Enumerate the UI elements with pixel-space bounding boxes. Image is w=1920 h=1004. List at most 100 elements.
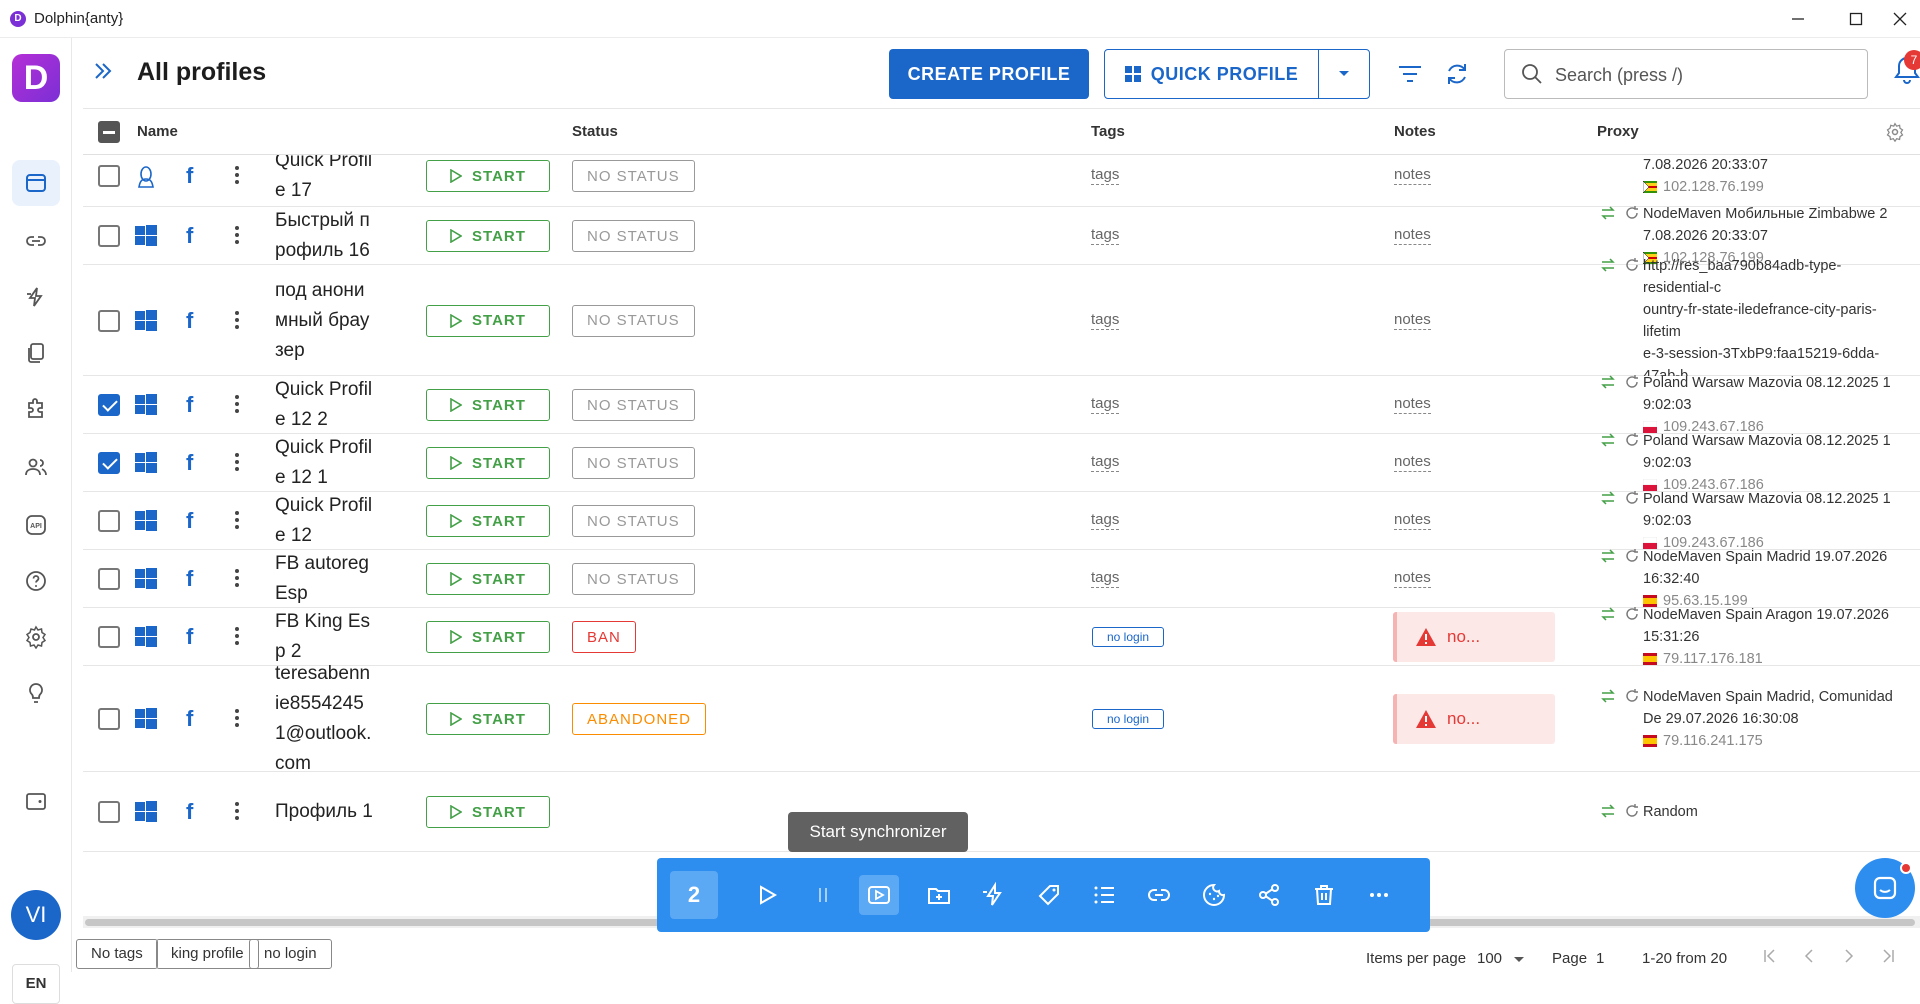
- search-input[interactable]: [1553, 62, 1853, 88]
- tag-chip[interactable]: no login: [1092, 709, 1165, 729]
- more-actions-button[interactable]: [1359, 875, 1399, 915]
- swap-icon[interactable]: [1600, 803, 1616, 819]
- sidebar-item-help[interactable]: [12, 558, 60, 604]
- profile-name[interactable]: FB King Es p 2: [275, 607, 387, 667]
- column-proxy[interactable]: Proxy: [1597, 123, 1639, 140]
- status-badge[interactable]: NO STATUS: [572, 389, 695, 421]
- row-checkbox[interactable]: [98, 452, 120, 474]
- quick-profile-dropdown[interactable]: [1318, 49, 1370, 99]
- row-checkbox[interactable]: [98, 225, 120, 247]
- start-button[interactable]: START: [426, 796, 550, 828]
- move-to-folder-button[interactable]: [919, 875, 959, 915]
- start-button[interactable]: START: [426, 304, 550, 337]
- table-row[interactable]: f FB King Es p 2 START BAN no login no... Node…: [83, 606, 1920, 667]
- tags-link[interactable]: tags: [1091, 226, 1120, 245]
- row-menu-icon[interactable]: [227, 569, 247, 587]
- swap-icon[interactable]: [1600, 205, 1616, 221]
- profile-name[interactable]: teresabenn ie8554245 1@outlook. com: [275, 659, 387, 779]
- notes-link[interactable]: notes: [1394, 166, 1431, 185]
- first-page-icon[interactable]: [1762, 948, 1780, 964]
- sidebar-item-settings[interactable]: [12, 614, 60, 660]
- filter-button[interactable]: [1394, 58, 1426, 90]
- last-page-icon[interactable]: [1878, 948, 1896, 964]
- maximize-button[interactable]: [1836, 6, 1876, 32]
- swap-icon[interactable]: [1600, 548, 1616, 564]
- row-checkbox[interactable]: [98, 801, 120, 823]
- row-menu-icon[interactable]: [227, 709, 247, 727]
- delete-button[interactable]: [1304, 875, 1344, 915]
- row-checkbox[interactable]: [98, 626, 120, 648]
- bulk-start-button[interactable]: [747, 875, 787, 915]
- proxy-info[interactable]: 7.08.2026 20:33:07 102.128.76.199: [1643, 154, 1905, 198]
- status-badge[interactable]: NO STATUS: [572, 304, 695, 337]
- status-badge[interactable]: NO STATUS: [572, 160, 695, 192]
- dolphin-logo[interactable]: D: [12, 54, 60, 102]
- profile-name[interactable]: FB autoreg Esp: [275, 549, 387, 609]
- profile-name[interactable]: Quick Profil e 12 1: [275, 433, 387, 493]
- refresh-icon[interactable]: [1624, 606, 1640, 622]
- status-badge[interactable]: NO STATUS: [572, 563, 695, 595]
- refresh-icon[interactable]: [1624, 205, 1640, 221]
- tags-link[interactable]: tags: [1091, 511, 1120, 530]
- table-row[interactable]: f teresabenn ie8554245 1@outlook. com STAR…: [83, 663, 1920, 774]
- proxy-info[interactable]: NodeMaven Spain Aragon 19.07.2026 15:31:…: [1643, 604, 1905, 670]
- expand-sidebar-icon[interactable]: [92, 60, 114, 87]
- row-menu-icon[interactable]: [227, 453, 247, 471]
- swap-icon[interactable]: [1600, 688, 1616, 704]
- tag-chip[interactable]: no login: [1092, 627, 1165, 647]
- refresh-icon[interactable]: [1624, 432, 1640, 448]
- swap-icon[interactable]: [1600, 606, 1616, 622]
- proxy-info[interactable]: NodeMaven Spain Madrid, Comunidad De 29.…: [1643, 686, 1905, 752]
- row-menu-icon[interactable]: [227, 310, 247, 329]
- sidebar-item-bookmarks[interactable]: [12, 330, 60, 376]
- row-menu-icon[interactable]: [227, 166, 247, 184]
- next-page-icon[interactable]: [1842, 948, 1856, 964]
- proxy-info[interactable]: Poland Warsaw Mazovia 08.12.2025 1 9:02:…: [1643, 488, 1905, 554]
- column-tags[interactable]: Tags: [1091, 123, 1125, 140]
- proxy-info[interactable]: Poland Warsaw Mazovia 08.12.2025 1 9:02:…: [1643, 430, 1905, 496]
- column-settings-icon[interactable]: [1885, 122, 1905, 142]
- profile-name[interactable]: Quick Profil e 12 2: [275, 375, 387, 435]
- start-synchronizer-button[interactable]: [859, 875, 899, 915]
- swap-icon[interactable]: [1600, 490, 1616, 506]
- notes-link[interactable]: notes: [1394, 569, 1431, 588]
- row-checkbox[interactable]: [98, 708, 120, 730]
- cookies-button[interactable]: [1194, 875, 1234, 915]
- folder-chip[interactable]: No tags: [76, 939, 158, 969]
- refresh-icon[interactable]: [1624, 548, 1640, 564]
- bulk-stop-button[interactable]: [803, 875, 843, 915]
- folder-chip[interactable]: no login: [249, 939, 332, 969]
- swap-icon[interactable]: [1600, 257, 1616, 273]
- start-button[interactable]: START: [426, 389, 550, 421]
- notes-link[interactable]: notes: [1394, 453, 1431, 472]
- sidebar-item-automation[interactable]: [12, 274, 60, 320]
- refresh-icon[interactable]: [1624, 803, 1640, 819]
- row-menu-icon[interactable]: [227, 511, 247, 529]
- sidebar-item-profiles[interactable]: [12, 160, 60, 206]
- select-all-checkbox[interactable]: [98, 121, 120, 143]
- refresh-icon[interactable]: [1624, 688, 1640, 704]
- items-per-page-select[interactable]: 100: [1477, 950, 1525, 967]
- swap-icon[interactable]: [1600, 374, 1616, 390]
- proxy-info[interactable]: NodeMaven Spain Madrid 19.07.2026 16:32:…: [1643, 546, 1905, 612]
- row-checkbox[interactable]: [98, 165, 120, 187]
- table-row[interactable]: f Quick Profil e 12 1 START NO STATUS tags no…: [83, 432, 1920, 493]
- row-checkbox[interactable]: [98, 394, 120, 416]
- row-checkbox[interactable]: [98, 309, 120, 332]
- start-button[interactable]: START: [426, 505, 550, 537]
- sidebar-item-api[interactable]: API: [12, 502, 60, 548]
- table-row[interactable]: f Профиль 1 START Random: [83, 772, 1920, 852]
- status-badge[interactable]: NO STATUS: [572, 505, 695, 537]
- profile-name[interactable]: Quick Profil e 17: [275, 146, 387, 206]
- start-button[interactable]: START: [426, 447, 550, 479]
- proxy-info[interactable]: Random: [1643, 801, 1905, 823]
- notes-link[interactable]: notes: [1394, 226, 1431, 245]
- start-button[interactable]: START: [426, 703, 550, 735]
- sidebar-item-wallet[interactable]: [12, 778, 60, 824]
- notes-link[interactable]: notes: [1394, 511, 1431, 530]
- note-warning[interactable]: no...: [1393, 612, 1555, 662]
- profile-name[interactable]: Быстрый п рофиль 16: [275, 206, 387, 266]
- page-number[interactable]: 1: [1596, 950, 1604, 967]
- notes-link[interactable]: notes: [1394, 395, 1431, 414]
- profile-name[interactable]: Профиль 1: [275, 797, 387, 827]
